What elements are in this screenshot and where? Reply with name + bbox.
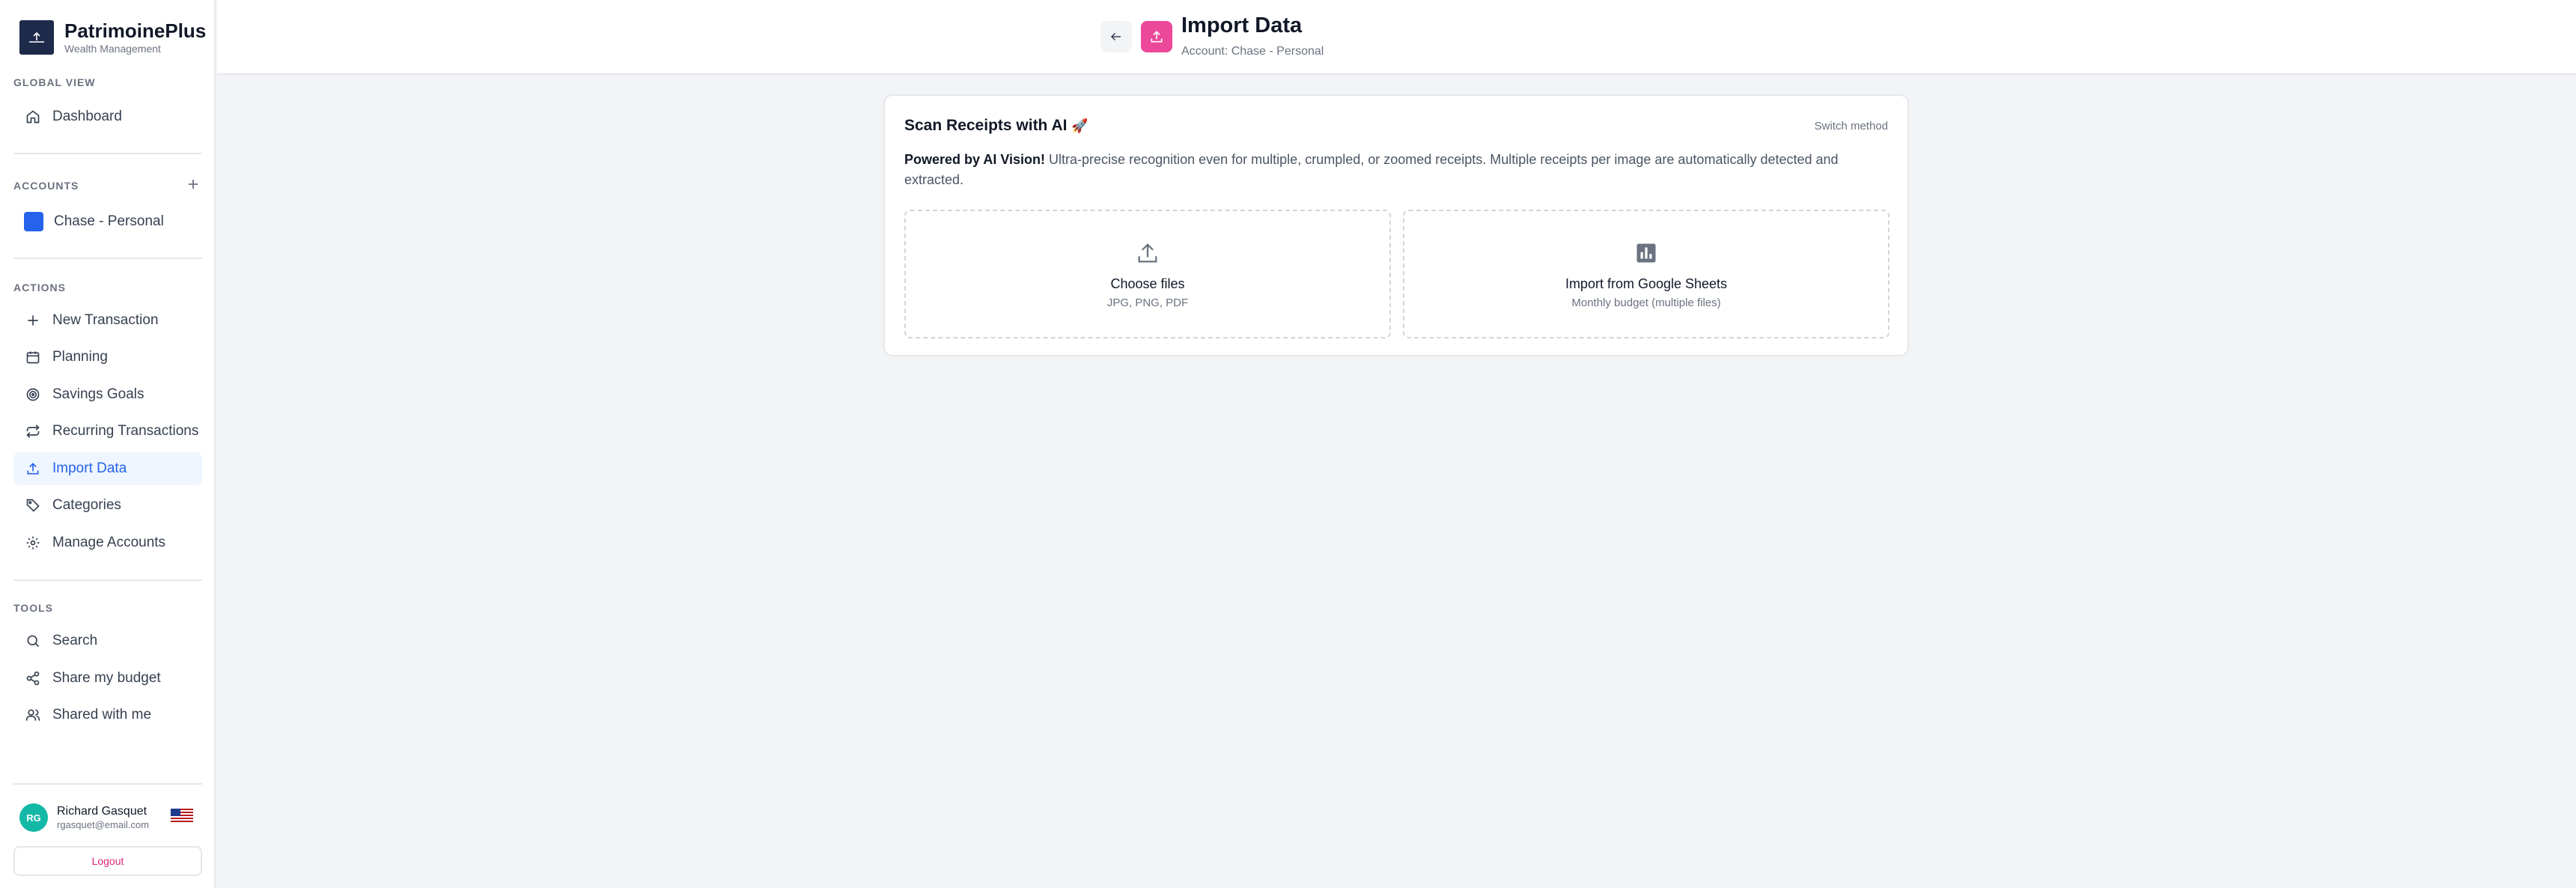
brand-subtitle: Wealth Management — [64, 43, 161, 55]
plus-icon — [24, 311, 42, 329]
card-title-text: Scan Receipts with AI — [904, 117, 1068, 134]
divider — [13, 783, 202, 785]
sidebar-item-new-transaction[interactable]: New Transaction — [13, 304, 202, 337]
page-subtitle: Account: Chase - Personal — [1181, 45, 1324, 58]
card-description-text: Ultra-precise recognition even for multi… — [904, 152, 1839, 187]
brand[interactable]: PatrimoinePlus Wealth Management — [19, 19, 206, 55]
sidebar-item-label: Shared with me — [52, 707, 152, 723]
card-description-bold: Powered by AI Vision! — [904, 152, 1046, 167]
google-sheets-subtitle: Monthly budget (multiple files) — [1571, 296, 1721, 309]
upload-icon — [24, 460, 42, 478]
sidebar: PatrimoinePlus Wealth Management GLOBAL … — [0, 0, 216, 888]
sidebar-item-label: Import Data — [52, 460, 127, 476]
brand-logo-icon — [19, 20, 54, 55]
us-flag-icon[interactable] — [171, 809, 193, 824]
choose-files-subtitle: JPG, PNG, PDF — [1106, 296, 1189, 309]
sidebar-item-label: Share my budget — [52, 670, 161, 686]
calendar-icon — [24, 348, 42, 366]
card-title: Scan Receipts with AI 🚀 — [904, 117, 1088, 135]
target-icon — [24, 386, 42, 404]
account-color-swatch — [24, 212, 43, 231]
user-name: Richard Gasquet — [57, 805, 147, 818]
google-sheets-import-dropzone[interactable]: Import from Google Sheets Monthly budget… — [1403, 210, 1890, 338]
google-sheets-title: Import from Google Sheets — [1565, 276, 1728, 291]
sidebar-item-label: Manage Accounts — [52, 535, 166, 550]
sidebar-item-shared-with-me[interactable]: Shared with me — [13, 699, 202, 732]
sidebar-item-label: Dashboard — [52, 109, 122, 124]
divider — [13, 258, 202, 259]
section-title-accounts: ACCOUNTS — [13, 180, 79, 192]
sidebar-item-search[interactable]: Search — [13, 624, 202, 657]
back-button[interactable] — [1100, 21, 1132, 52]
brand-name: PatrimoinePlus — [64, 19, 207, 42]
page-header: Import Data Account: Chase - Personal — [217, 0, 2576, 75]
tag-icon — [24, 496, 42, 514]
section-title-global-view: GLOBAL VIEW — [13, 76, 96, 88]
divider — [13, 580, 202, 581]
sidebar-item-label: Chase - Personal — [54, 213, 164, 229]
users-icon — [24, 706, 42, 724]
sidebar-item-planning[interactable]: Planning — [13, 341, 202, 374]
add-account-button[interactable] — [184, 175, 202, 193]
sidebar-item-recurring-transactions[interactable]: Recurring Transactions — [13, 415, 202, 448]
plus-icon — [189, 180, 198, 189]
section-title-tools: TOOLS — [13, 602, 53, 614]
divider — [13, 153, 202, 154]
share-icon — [24, 669, 42, 687]
sidebar-item-label: New Transaction — [52, 312, 159, 328]
sidebar-item-share-my-budget[interactable]: Share my budget — [13, 662, 202, 695]
sidebar-account-chase-personal[interactable]: Chase - Personal — [13, 205, 202, 238]
page-title: Import Data — [1181, 13, 1303, 37]
sidebar-item-label: Savings Goals — [52, 386, 144, 402]
sidebar-item-savings-goals[interactable]: Savings Goals — [13, 378, 202, 411]
choose-files-dropzone[interactable]: Choose files JPG, PNG, PDF — [904, 210, 1391, 338]
scan-receipts-card: Scan Receipts with AI 🚀 Switch method Po… — [883, 94, 1909, 356]
sidebar-item-manage-accounts[interactable]: Manage Accounts — [13, 526, 202, 559]
choose-files-title: Choose files — [1110, 276, 1185, 291]
sidebar-item-label: Categories — [52, 497, 121, 513]
sidebar-item-categories[interactable]: Categories — [13, 489, 202, 522]
avatar: RG — [19, 803, 48, 832]
rocket-emoji: 🚀 — [1071, 118, 1088, 133]
search-icon — [24, 632, 42, 650]
user-profile[interactable]: RG Richard Gasquet rgasquet@email.com — [19, 803, 149, 832]
sidebar-item-label: Search — [52, 633, 98, 648]
sidebar-item-label: Recurring Transactions — [52, 423, 199, 439]
sidebar-item-dashboard[interactable]: Dashboard — [13, 100, 202, 133]
switch-method-button[interactable]: Switch method — [1815, 120, 1888, 133]
upload-icon — [1141, 21, 1172, 52]
section-title-actions: ACTIONS — [13, 282, 66, 294]
bar-chart-icon — [1632, 239, 1660, 267]
upload-icon — [1133, 239, 1162, 267]
sidebar-item-import-data[interactable]: Import Data — [13, 452, 202, 485]
logout-button[interactable]: Logout — [13, 846, 202, 876]
sidebar-item-label: Planning — [52, 349, 108, 365]
home-icon — [24, 108, 42, 126]
user-email: rgasquet@email.com — [57, 819, 150, 830]
repeat-icon — [24, 422, 42, 440]
gear-icon — [24, 534, 42, 552]
arrow-left-icon — [1110, 32, 1121, 41]
card-description: Powered by AI Vision! Ultra-precise reco… — [904, 150, 1885, 190]
